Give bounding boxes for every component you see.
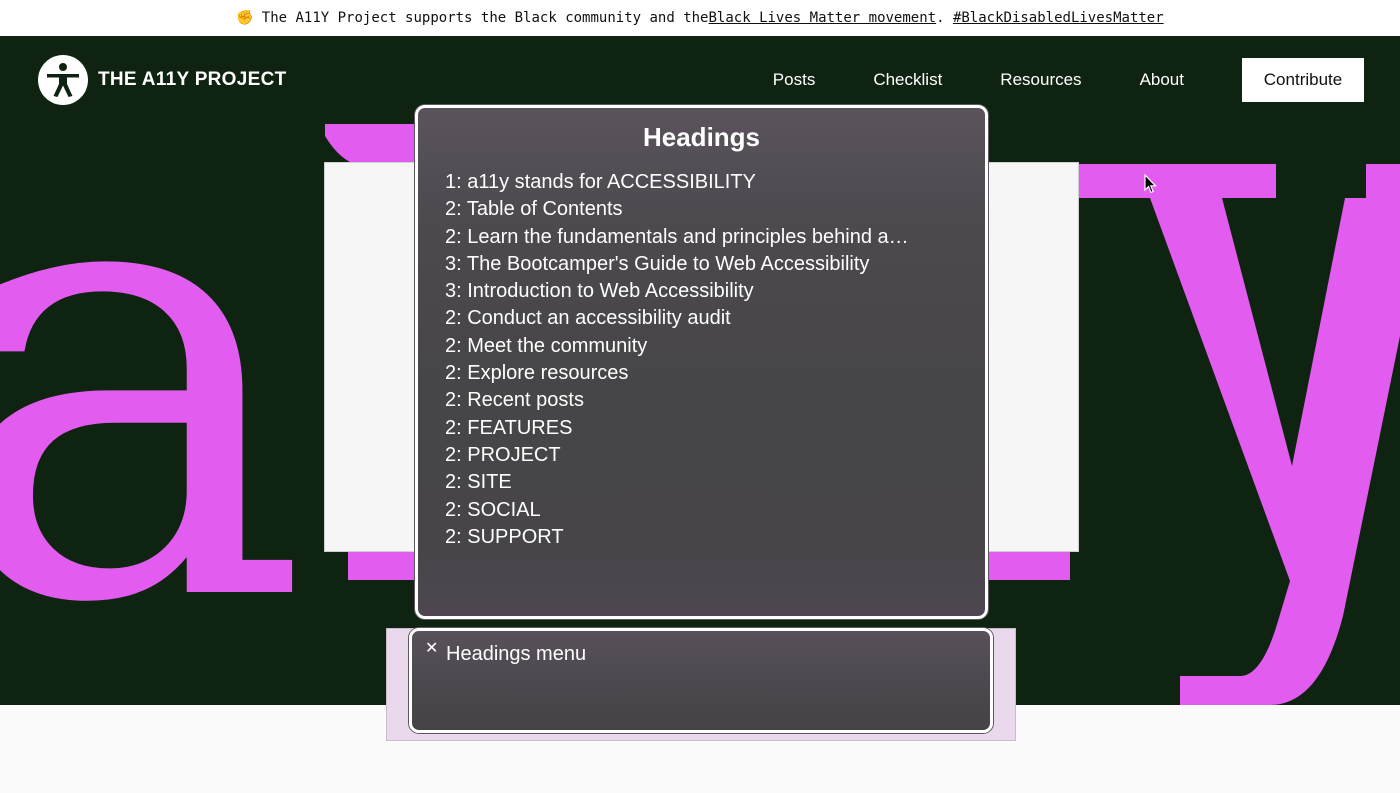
nav-about[interactable]: About bbox=[1140, 70, 1184, 90]
heading-item[interactable]: 2: Learn the fundamentals and principles… bbox=[445, 224, 985, 251]
site-logo[interactable]: THE A11Y PROJECT bbox=[38, 55, 287, 105]
banner-separator: . bbox=[936, 10, 953, 26]
banner-text: The A11Y Project supports the Black comm… bbox=[261, 10, 709, 26]
black-disabled-lives-matter-link[interactable]: #BlackDisabledLivesMatter bbox=[953, 10, 1164, 26]
heading-item[interactable]: 3: Introduction to Web Accessibility bbox=[445, 278, 985, 305]
logo-text: THE A11Y PROJECT bbox=[98, 69, 287, 90]
hero-letter-a: a bbox=[0, 36, 310, 705]
heading-item[interactable]: 2: Meet the community bbox=[445, 333, 985, 360]
announcement-banner: ✊ The A11Y Project supports the Black co… bbox=[0, 0, 1400, 36]
main-nav: Posts Checklist Resources About Contribu… bbox=[773, 58, 1364, 102]
nav-posts[interactable]: Posts bbox=[773, 70, 816, 90]
heading-item[interactable]: 2: Table of Contents bbox=[445, 196, 985, 223]
heading-item[interactable]: 2: PROJECT bbox=[445, 442, 985, 469]
accessibility-person-icon bbox=[38, 55, 88, 105]
close-icon[interactable]: ✕ bbox=[425, 640, 438, 658]
headings-menu-panel: ✕ Headings menu bbox=[409, 628, 993, 733]
headings-panel-title: Headings bbox=[642, 122, 761, 152]
heading-item[interactable]: 2: Explore resources bbox=[445, 360, 985, 387]
mouse-pointer-icon bbox=[1144, 174, 1157, 194]
raised-fist-icon: ✊ bbox=[236, 10, 254, 26]
headings-rotor-panel: Headings 1: a11y stands for ACCESSIBILIT… bbox=[415, 105, 988, 619]
headings-list: 1: a11y stands for ACCESSIBILITY 2: Tabl… bbox=[445, 169, 985, 551]
heading-item[interactable]: 2: Recent posts bbox=[445, 387, 985, 414]
headings-menu-title: Headings menu bbox=[446, 643, 587, 665]
heading-item[interactable]: 2: SITE bbox=[445, 469, 985, 496]
hero-letter-y bbox=[1073, 164, 1400, 705]
heading-item[interactable]: 1: a11y stands for ACCESSIBILITY bbox=[445, 169, 985, 196]
heading-item[interactable]: 2: FEATURES bbox=[445, 415, 985, 442]
heading-item[interactable]: 3: The Bootcamper's Guide to Web Accessi… bbox=[445, 251, 985, 278]
nav-resources[interactable]: Resources bbox=[1000, 70, 1081, 90]
heading-item[interactable]: 2: SOCIAL bbox=[445, 497, 985, 524]
heading-item[interactable]: 2: SUPPORT bbox=[445, 524, 985, 551]
contribute-button[interactable]: Contribute bbox=[1242, 58, 1364, 102]
heading-item[interactable]: 2: Conduct an accessibility audit bbox=[445, 305, 985, 332]
nav-checklist[interactable]: Checklist bbox=[873, 70, 942, 90]
black-lives-matter-link[interactable]: Black Lives Matter movement bbox=[709, 10, 937, 26]
